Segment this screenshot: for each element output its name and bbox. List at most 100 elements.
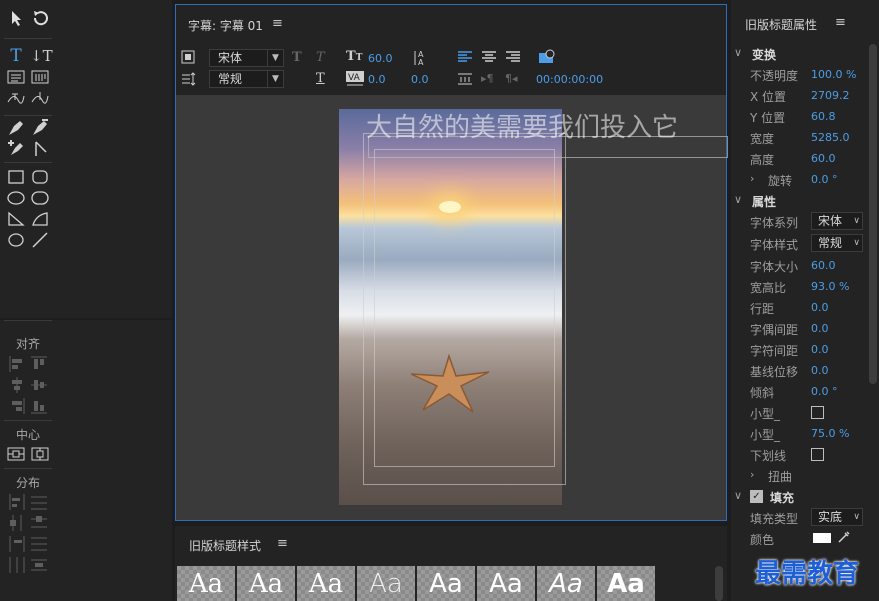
path-type-tool-icon[interactable]: [6, 88, 26, 108]
transform-section[interactable]: ∨ 变换: [731, 43, 871, 64]
rotate-tool-icon[interactable]: [30, 8, 50, 28]
style-swatch[interactable]: Aa: [297, 566, 355, 601]
underline-checkbox[interactable]: [811, 448, 824, 461]
aspect-value[interactable]: 93.0 %: [811, 280, 849, 293]
line-tool-icon[interactable]: [30, 230, 50, 250]
selection-tool-icon[interactable]: [6, 8, 26, 28]
chevron-down-icon: ∨: [734, 489, 743, 502]
vertical-type-tool-icon[interactable]: ↓T: [30, 46, 53, 66]
tools-panel: T ↓T: [0, 0, 172, 318]
rectangle-tool-icon[interactable]: [6, 167, 26, 187]
baseline-row: 基线位移 0.0: [731, 360, 871, 381]
height-value[interactable]: 60.0: [811, 152, 836, 165]
clipped-rectangle-tool-icon[interactable]: [6, 188, 26, 208]
align-right-text-icon[interactable]: [505, 50, 521, 68]
kerning-value[interactable]: 0.0: [368, 73, 386, 86]
font-size-value[interactable]: 60.0: [811, 259, 836, 272]
center-vertical-icon[interactable]: [30, 444, 50, 464]
convert-anchor-tool-icon[interactable]: [30, 138, 50, 158]
rounded-rectangle-tool-icon[interactable]: [30, 167, 50, 187]
height-row: 高度 60.0: [731, 148, 871, 169]
style-swatch[interactable]: Aa: [597, 566, 655, 601]
rounded-corner-rectangle-tool-icon[interactable]: [30, 188, 50, 208]
vertical-path-type-tool-icon[interactable]: [30, 88, 50, 108]
rotation-row[interactable]: › 旋转 0.0 °: [731, 169, 871, 190]
x-position-label: X 位置: [750, 90, 787, 104]
wedge-tool-icon[interactable]: [6, 209, 26, 229]
font-family-select[interactable]: 宋体 ∨: [811, 212, 863, 230]
font-style-select[interactable]: 常规 ∨: [811, 234, 863, 252]
props-menu-icon[interactable]: ≡: [835, 15, 846, 30]
y-position-value[interactable]: 60.8: [811, 110, 836, 123]
width-value[interactable]: 5285.0: [811, 131, 850, 144]
font-style-value: 常规: [218, 72, 243, 86]
opacity-value[interactable]: 100.0 %: [811, 68, 856, 81]
leading-value[interactable]: 0.0: [411, 73, 429, 86]
roll-crawl-icon[interactable]: [180, 71, 196, 91]
show-background-video-icon[interactable]: [538, 49, 556, 69]
play-back-icon[interactable]: ▸¶: [481, 72, 494, 85]
style-swatch[interactable]: Aa: [357, 566, 415, 601]
editor-menu-icon[interactable]: ≡: [272, 16, 283, 31]
styles-scrollbar[interactable]: [715, 566, 723, 601]
timecode[interactable]: 00:00:00:00: [536, 73, 603, 86]
style-swatch[interactable]: Aa: [417, 566, 475, 601]
fill-checkbox[interactable]: ✓: [750, 490, 763, 503]
style-swatch[interactable]: Aa: [237, 566, 295, 601]
editor-toolbar: 宋体 ▼ 常规 ▼ T T T TT 60.0 VA 0.0 AA 0.0 ▸¶…: [176, 45, 726, 95]
type-tool-icon[interactable]: T: [6, 46, 26, 66]
vertical-area-type-tool-icon[interactable]: [30, 67, 50, 87]
smallcaps-size-value[interactable]: 75.0 %: [811, 427, 849, 440]
play-forward-icon[interactable]: ¶◂: [505, 72, 518, 85]
font-style-select[interactable]: 常规 ▼: [209, 70, 284, 88]
area-type-tool-icon[interactable]: [6, 67, 26, 87]
style-swatch[interactable]: Aa: [537, 566, 595, 601]
align-left-text-icon[interactable]: [457, 50, 473, 68]
new-title-icon[interactable]: [180, 49, 196, 69]
style-swatch[interactable]: Aa: [477, 566, 535, 601]
font-size-icon: TT: [346, 49, 363, 64]
font-family-select[interactable]: 宋体 ▼: [209, 49, 284, 67]
italic-icon[interactable]: T: [316, 50, 325, 65]
font-family-value: 宋体: [218, 51, 243, 65]
ellipse-tool-icon[interactable]: [6, 230, 26, 250]
center-horizontal-icon[interactable]: [6, 444, 26, 464]
distort-row[interactable]: › 扭曲: [731, 465, 871, 486]
eyedropper-icon[interactable]: [837, 530, 851, 547]
tab-stops-icon[interactable]: [457, 72, 473, 90]
title-canvas[interactable]: 大自然的美需要我们投入它: [176, 95, 728, 520]
arc-tool-icon[interactable]: [30, 209, 50, 229]
width-label: 宽度: [750, 132, 775, 146]
smallcaps-checkbox[interactable]: [811, 406, 824, 419]
underline-icon[interactable]: T: [316, 71, 325, 86]
slant-value[interactable]: 0.0 °: [811, 385, 838, 398]
chevron-right-icon: ›: [750, 468, 755, 481]
styles-menu-icon[interactable]: ≡: [277, 536, 288, 551]
font-family-value: 宋体: [818, 214, 843, 228]
attributes-section[interactable]: ∨ 属性: [731, 190, 871, 211]
section-label: 变换: [752, 48, 777, 62]
align-left-icon: [8, 355, 26, 373]
opacity-label: 不透明度: [750, 69, 799, 83]
fill-type-select[interactable]: 实底 ∨: [811, 508, 863, 526]
aspect-row: 宽高比 93.0 %: [731, 276, 871, 297]
add-anchor-tool-icon[interactable]: [6, 138, 26, 158]
bold-icon[interactable]: T: [292, 50, 302, 65]
delete-anchor-tool-icon[interactable]: [30, 118, 50, 138]
distribute-bottom-icon: [30, 535, 48, 553]
baseline-value[interactable]: 0.0: [811, 364, 829, 377]
fill-section[interactable]: ∨ ✓ 填充: [731, 486, 871, 507]
leading-value[interactable]: 0.0: [811, 301, 829, 314]
rotation-value[interactable]: 0.0 °: [811, 173, 838, 186]
font-size-value[interactable]: 60.0: [368, 52, 393, 65]
align-center-text-icon[interactable]: [481, 50, 497, 68]
align-top-icon: [30, 355, 48, 373]
style-swatch[interactable]: Aa: [177, 566, 235, 601]
kerning-value[interactable]: 0.0: [811, 322, 829, 335]
smallcaps-label: 小型_: [750, 407, 781, 421]
title-text[interactable]: 大自然的美需要我们投入它: [366, 107, 678, 144]
tracking-value[interactable]: 0.0: [811, 343, 829, 356]
x-position-value[interactable]: 2709.2: [811, 89, 850, 102]
color-swatch[interactable]: [813, 533, 831, 543]
pen-tool-icon[interactable]: [6, 118, 26, 138]
